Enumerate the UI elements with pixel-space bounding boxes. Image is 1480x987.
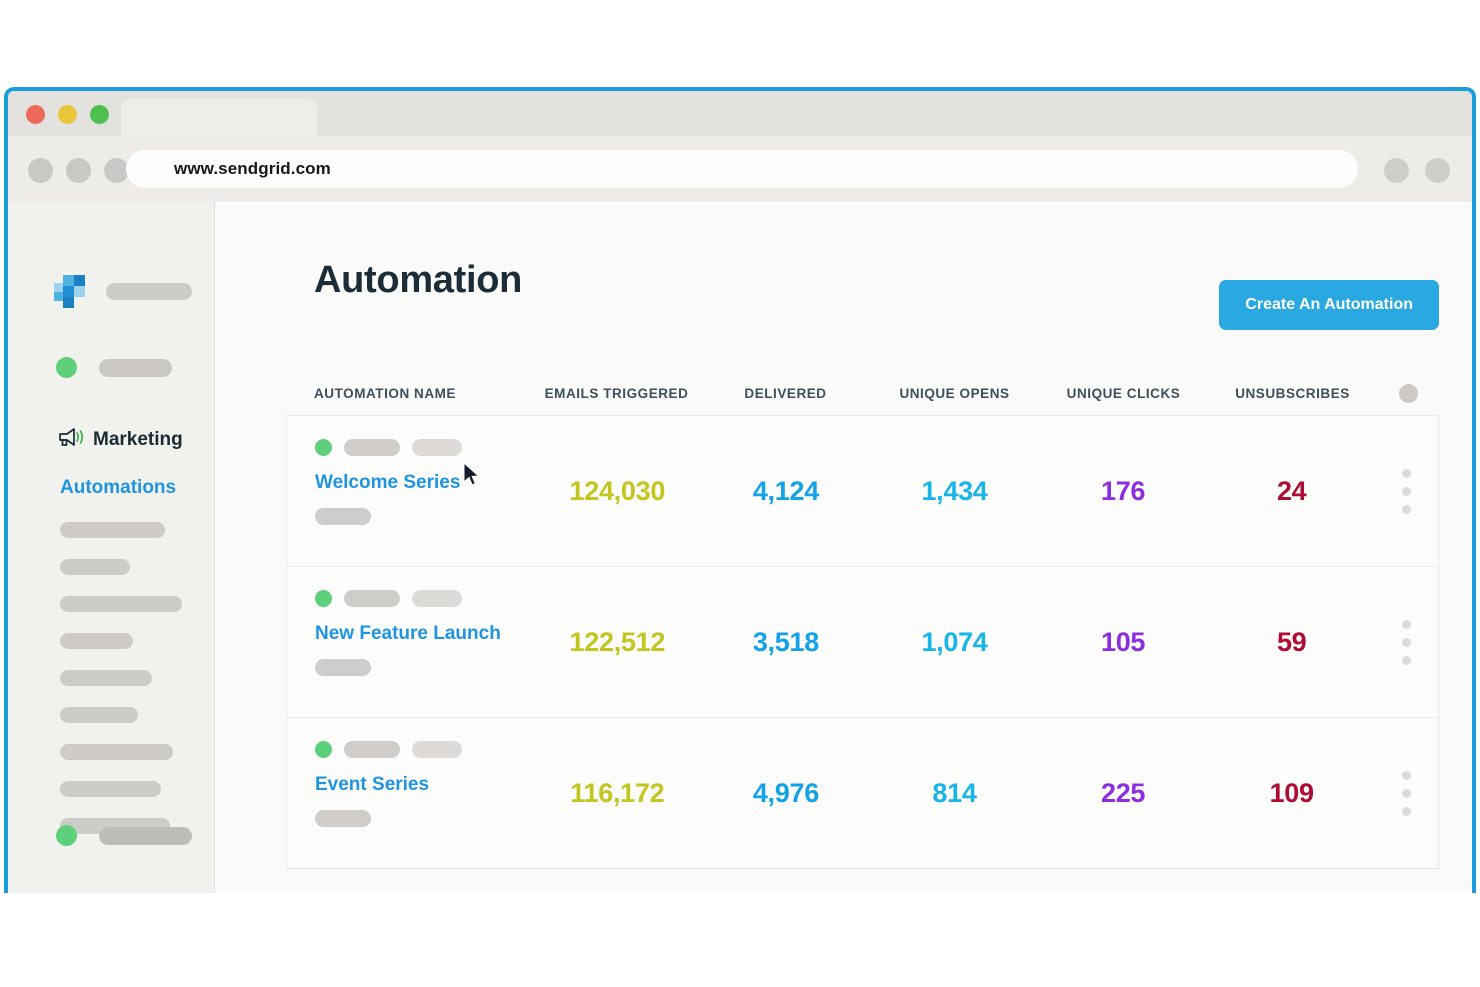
status-dot-icon [315, 740, 332, 758]
sidebar-item-placeholder[interactable] [60, 596, 182, 612]
row-tags [315, 589, 533, 607]
automation-name-link[interactable]: New Feature Launch [315, 623, 533, 645]
row-tags [315, 438, 533, 456]
window-traffic-lights [26, 105, 109, 124]
sidebar-item-placeholder[interactable] [60, 781, 161, 797]
row-tags [315, 740, 533, 758]
column-header-unique-opens[interactable]: UNIQUE OPENS [870, 386, 1039, 401]
browser-tab[interactable] [121, 99, 317, 136]
minimize-window-button[interactable] [58, 105, 77, 124]
tag-placeholder [344, 740, 400, 758]
sidebar-marketing-label: Marketing [93, 428, 183, 450]
column-header-automation-name[interactable]: AUTOMATION NAME [314, 386, 532, 401]
column-header-unsubscribes[interactable]: UNSUBSCRIBES [1208, 386, 1377, 401]
logo-text-placeholder [106, 282, 192, 300]
column-header-emails-triggered[interactable]: EMAILS TRIGGERED [532, 386, 701, 401]
back-button-icon[interactable] [28, 158, 53, 183]
cell-unique-opens: 814 [932, 777, 977, 808]
cell-unsubscribes: 59 [1276, 626, 1307, 657]
forward-button-icon[interactable] [66, 158, 91, 183]
browser-right-controls [1384, 158, 1450, 183]
sidebar-item-placeholder[interactable] [60, 670, 152, 686]
automations-table: AUTOMATION NAME EMAILS TRIGGERED DELIVER… [215, 371, 1472, 869]
tag-placeholder [412, 740, 462, 758]
column-header-unique-clicks[interactable]: UNIQUE CLICKS [1039, 386, 1208, 401]
account-label-placeholder [99, 358, 172, 377]
sidebar-item-placeholder[interactable] [60, 559, 130, 575]
browser-nav-controls [28, 158, 129, 183]
tag-placeholder [344, 589, 400, 607]
page-body: Marketing Automations Automation Create … [8, 202, 1472, 893]
extensions-icon[interactable] [1384, 158, 1409, 183]
page-title: Automation [314, 259, 523, 301]
table-settings-icon [1398, 383, 1418, 403]
cell-emails-triggered: 116,172 [570, 777, 665, 808]
sidebar-item-placeholder[interactable] [60, 744, 173, 760]
cell-automation-name: Welcome Series [315, 438, 533, 544]
menu-icon[interactable] [1425, 158, 1450, 183]
tag-placeholder [344, 438, 400, 456]
url-text: www.sendgrid.com [174, 159, 331, 178]
tag-placeholder [412, 438, 462, 456]
cell-automation-name: Event Series [315, 740, 533, 846]
cell-automation-name: New Feature Launch [315, 589, 533, 695]
cell-unique-clicks: 176 [1101, 475, 1146, 506]
table-row[interactable]: New Feature Launch 122,512 3,518 1,074 1… [287, 567, 1438, 718]
sidebar-section-marketing[interactable]: Marketing [58, 427, 183, 452]
subtitle-placeholder [315, 809, 371, 827]
maximize-window-button[interactable] [90, 105, 109, 124]
cell-emails-triggered: 122,512 [569, 626, 666, 657]
table-row[interactable]: Event Series 116,172 4,976 814 225 109 [287, 718, 1438, 869]
sidebar-item-placeholder[interactable] [60, 522, 165, 538]
cell-emails-triggered: 124,030 [569, 475, 666, 506]
account-status-dot-icon [56, 357, 77, 378]
cell-unique-clicks: 225 [1101, 777, 1146, 808]
table-body: Welcome Series 124,030 4,124 1,434 176 2… [286, 415, 1439, 869]
sidebar-bottom-item[interactable] [56, 825, 192, 846]
close-window-button[interactable] [26, 105, 45, 124]
browser-window: www.sendgrid.com Marketing Automations A… [4, 87, 1476, 893]
browser-title-bar [8, 91, 1472, 136]
cell-unique-clicks: 105 [1101, 626, 1146, 657]
cell-delivered: 3,518 [752, 626, 819, 657]
sidebar-item-placeholder[interactable] [60, 707, 138, 723]
automation-name-link[interactable]: Welcome Series [315, 472, 533, 494]
address-bar[interactable]: www.sendgrid.com [126, 150, 1358, 188]
create-automation-button[interactable]: Create An Automation [1219, 280, 1439, 330]
cell-delivered: 4,976 [752, 777, 819, 808]
sidebar: Marketing Automations [8, 202, 215, 893]
cell-unique-opens: 1,074 [921, 626, 988, 657]
browser-toolbar: www.sendgrid.com [8, 136, 1472, 202]
subtitle-placeholder [315, 507, 371, 525]
app-logo-row[interactable] [54, 275, 192, 308]
cell-delivered: 4,124 [752, 475, 819, 506]
column-header-delivered[interactable]: DELIVERED [701, 386, 870, 401]
sidebar-item-automations[interactable]: Automations [60, 477, 176, 499]
cell-unsubscribes: 109 [1269, 777, 1314, 808]
tag-placeholder [412, 589, 462, 607]
sidebar-nav-placeholders [60, 522, 182, 855]
sendgrid-logo-icon [54, 275, 86, 308]
sidebar-item-placeholder[interactable] [60, 633, 133, 649]
automation-name-link[interactable]: Event Series [315, 774, 533, 796]
bottom-label-placeholder [99, 826, 192, 845]
status-dot-icon [315, 438, 332, 456]
status-dot-icon [315, 589, 332, 607]
subtitle-placeholder [315, 658, 371, 676]
cell-unsubscribes: 24 [1276, 475, 1307, 506]
row-overflow-menu-icon[interactable] [1376, 468, 1438, 514]
cell-unique-opens: 1,434 [921, 475, 988, 506]
megaphone-icon [58, 427, 84, 452]
sidebar-account-item[interactable] [56, 357, 172, 378]
row-overflow-menu-icon[interactable] [1376, 619, 1438, 665]
main-content: Automation Create An Automation AUTOMATI… [215, 202, 1472, 893]
bottom-status-dot-icon [56, 825, 77, 846]
table-header-row: AUTOMATION NAME EMAILS TRIGGERED DELIVER… [215, 371, 1472, 415]
table-row[interactable]: Welcome Series 124,030 4,124 1,434 176 2… [287, 416, 1438, 567]
row-overflow-menu-icon[interactable] [1376, 770, 1438, 816]
column-header-settings[interactable] [1377, 383, 1439, 403]
